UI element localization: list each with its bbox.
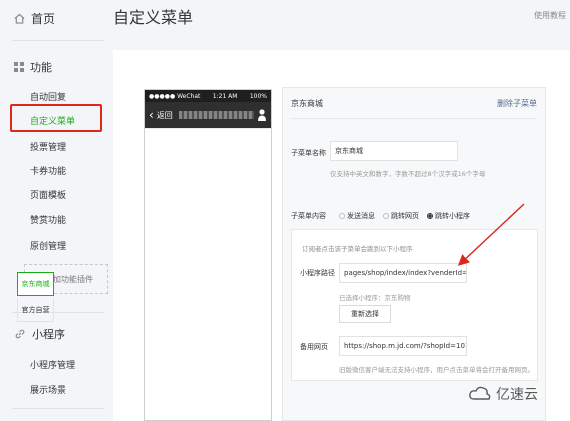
cloud-logo-icon: [469, 386, 491, 400]
watermark: 亿速云: [468, 384, 538, 404]
watermark-text: 亿速云: [496, 387, 538, 403]
annotation-arrow: [457, 203, 525, 266]
